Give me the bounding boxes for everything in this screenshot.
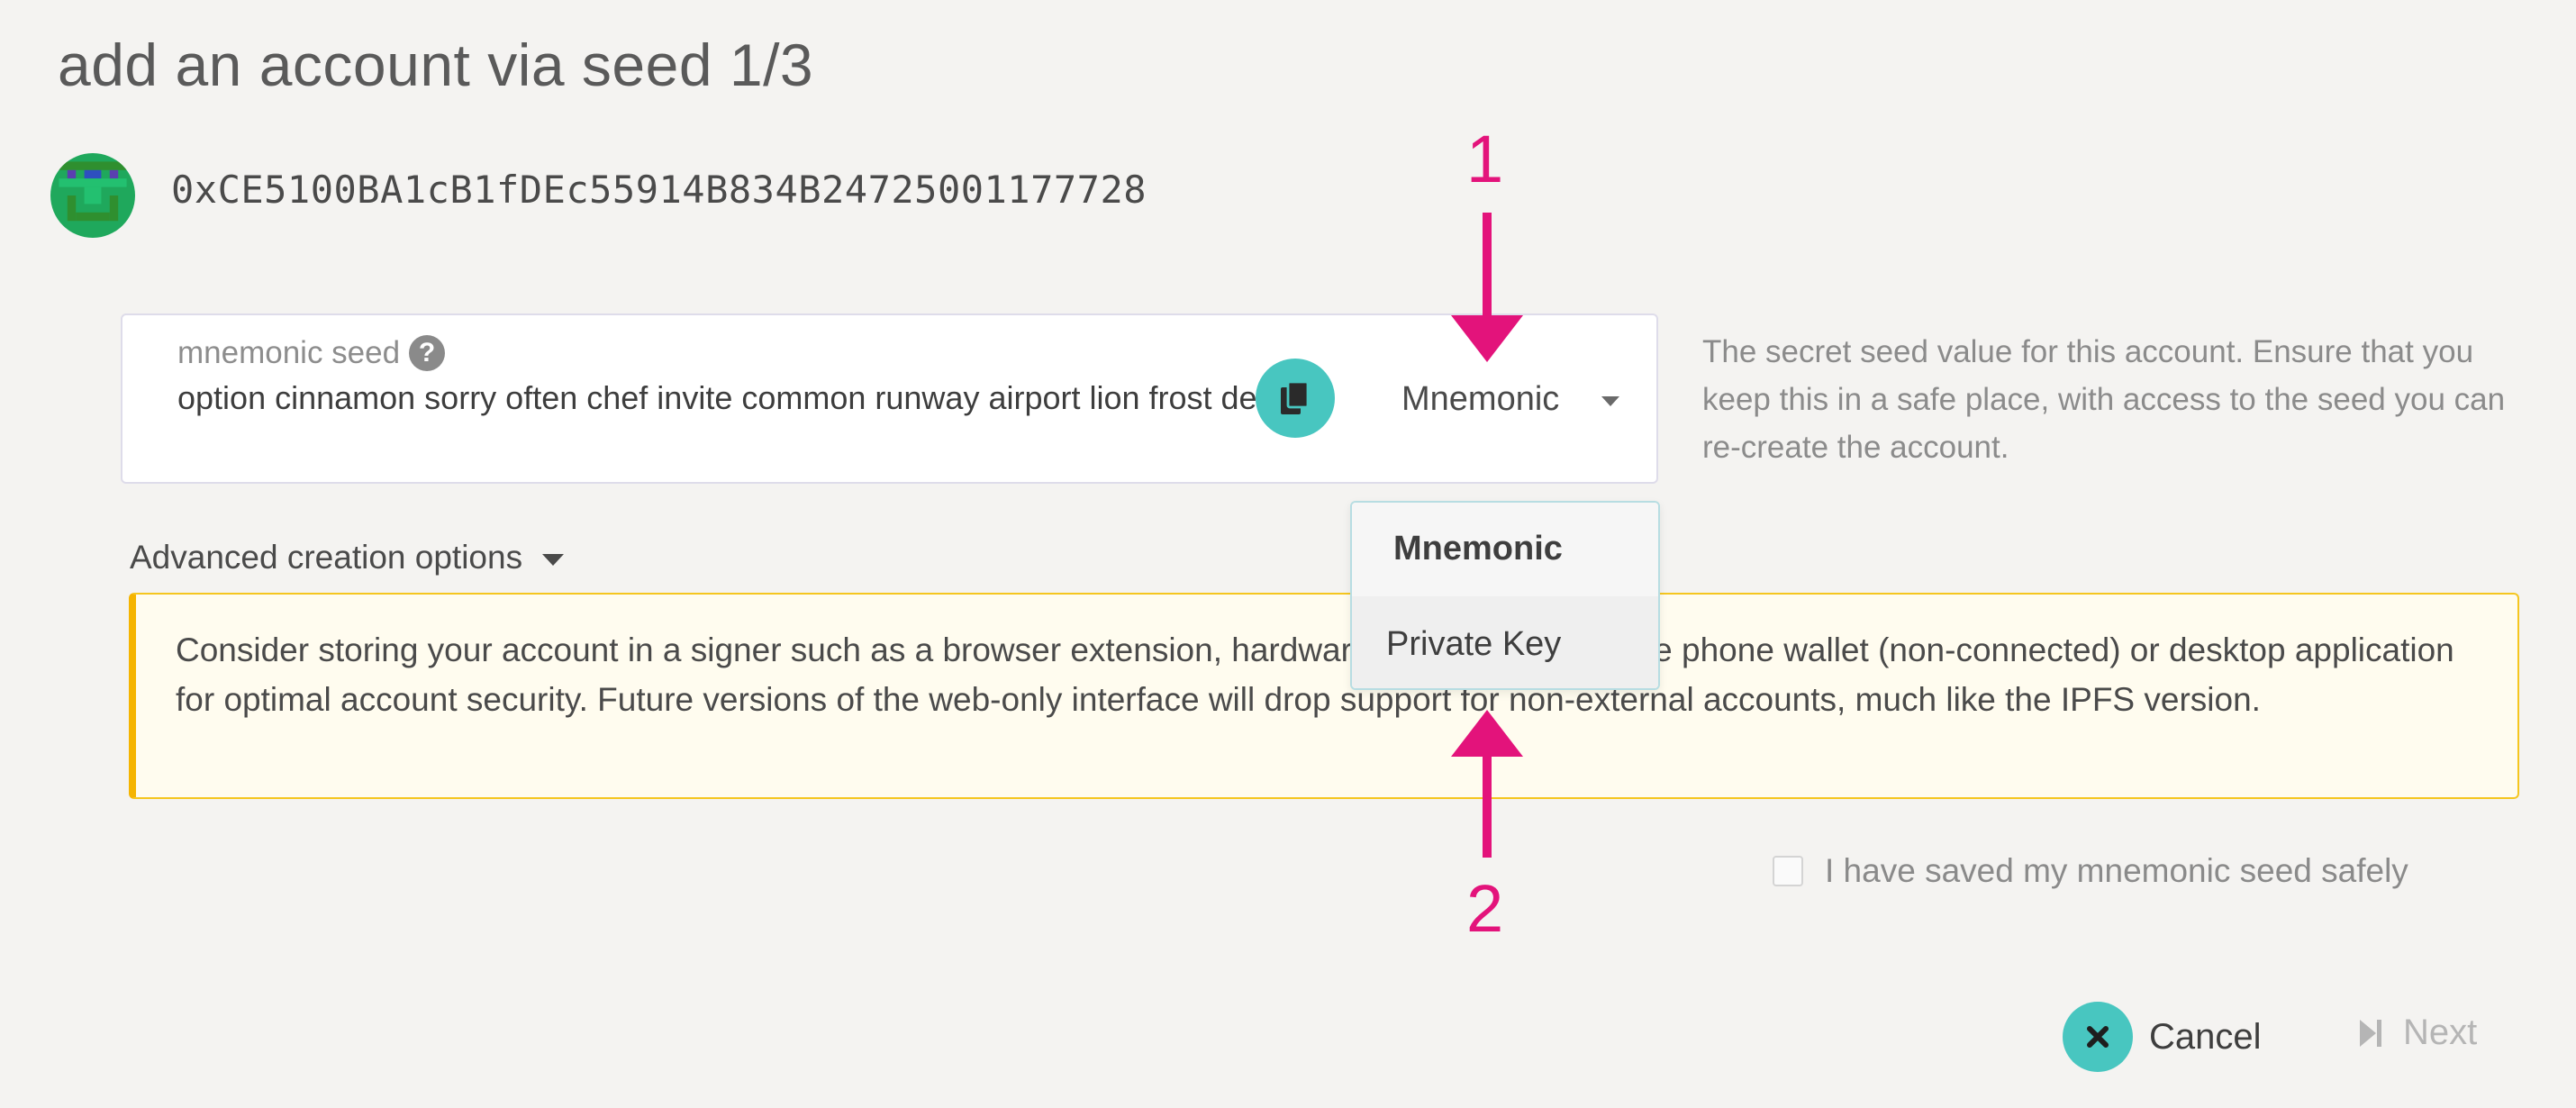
chevron-down-icon	[1601, 396, 1619, 406]
menu-item-private-key[interactable]: Private Key	[1352, 596, 1658, 688]
identicon-icon	[50, 153, 135, 238]
annotation-2-label: 2	[1466, 871, 1504, 946]
annotation-arrow-2	[1483, 746, 1492, 858]
seed-label: mnemonic seed ?	[177, 335, 446, 371]
seed-input[interactable]: option cinnamon sorry often chef invite …	[177, 378, 1375, 418]
annotation-arrow-1	[1483, 213, 1492, 321]
menu-item-mnemonic[interactable]: Mnemonic	[1352, 503, 1658, 596]
next-button[interactable]: Next	[2358, 1013, 2477, 1053]
warning-box: Consider storing your account in a signe…	[129, 593, 2519, 799]
page-title: add an account via seed 1/3	[58, 32, 814, 98]
cancel-label: Cancel	[2149, 1016, 2262, 1057]
next-label: Next	[2403, 1013, 2478, 1052]
cancel-button[interactable]: Cancel	[2063, 1002, 2262, 1072]
help-icon[interactable]: ?	[409, 335, 446, 371]
advanced-options-toggle[interactable]: Advanced creation options	[130, 539, 565, 577]
advanced-options-label: Advanced creation options	[130, 539, 523, 576]
copy-button[interactable]	[1256, 359, 1335, 438]
seed-type-select[interactable]: Mnemonic	[1401, 369, 1636, 429]
confirm-row[interactable]: I have saved my mnemonic seed safely	[1773, 852, 2408, 890]
chevron-down-icon	[542, 553, 565, 566]
seed-type-value: Mnemonic	[1401, 379, 1560, 418]
confirm-label: I have saved my mnemonic seed safely	[1825, 852, 2408, 889]
avatar[interactable]	[50, 153, 135, 238]
seed-type-menu: Mnemonic Private Key	[1350, 501, 1660, 690]
copy-icon	[1281, 380, 1310, 414]
warning-text: Consider storing your account in a signe…	[176, 631, 2454, 718]
annotation-arrow-1-head	[1451, 315, 1523, 362]
close-icon	[2063, 1002, 2133, 1072]
step-forward-icon	[2360, 1019, 2381, 1047]
seed-label-text: mnemonic seed	[177, 335, 401, 370]
annotation-1-label: 1	[1466, 122, 1504, 196]
account-address: 0xCE5100BA1cB1fDEc55914B834B247250011777…	[171, 168, 1147, 212]
seed-help-text: The secret seed value for this account. …	[1702, 334, 2506, 465]
seed-input-box[interactable]: mnemonic seed ? option cinnamon sorry of…	[121, 313, 1658, 484]
confirm-checkbox[interactable]	[1773, 856, 1803, 886]
